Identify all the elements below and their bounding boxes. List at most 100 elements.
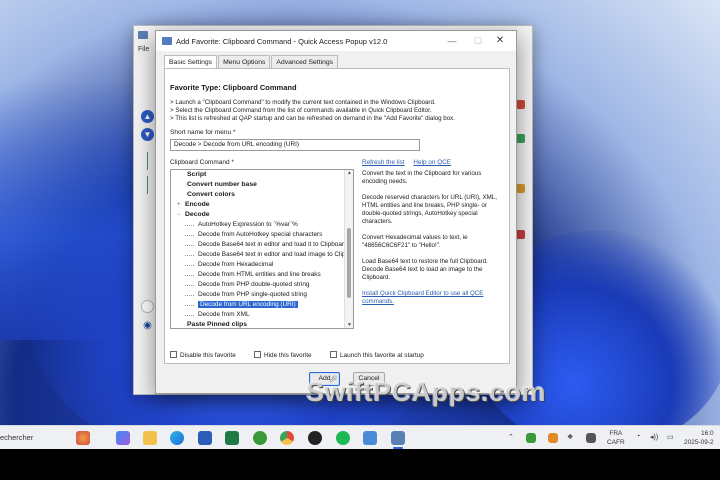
play-icon[interactable] <box>141 300 154 313</box>
app-icon <box>138 31 148 39</box>
tree-group[interactable]: Paste Pinned clips <box>171 320 345 328</box>
description-text: Decode reserved characters for URL (URI)… <box>362 194 497 225</box>
edge-icon[interactable] <box>170 431 184 445</box>
move-down-icon[interactable]: ▼ <box>141 128 154 141</box>
tree-item[interactable]: Decode from XML <box>171 310 345 320</box>
tree-item[interactable]: Decode from HTML entities and line break… <box>171 270 345 280</box>
taskbar: echercher ⌃ ❖ FRA CAFR ◔ ◂)) ▭ 16:0 2025… <box>0 425 720 449</box>
description-text: Convert Hexadecimal values to text, ie "… <box>362 234 468 249</box>
tree-item-label: Decode Base64 text in editor and load it… <box>198 241 345 248</box>
info-line: > This list is refreshed at QAP startup … <box>170 115 455 122</box>
eye-icon[interactable]: ◉ <box>141 320 154 333</box>
tree-item[interactable]: Decode Base64 text in editor and load it… <box>171 240 345 250</box>
copilot-icon[interactable] <box>116 431 130 445</box>
battery-icon[interactable]: ▭ <box>667 433 674 441</box>
checkbox-box[interactable] <box>170 351 177 358</box>
add-icon[interactable] <box>516 134 525 143</box>
description-text: Load Base64 text to restore the full Cli… <box>362 258 488 281</box>
launch-at-startup-checkbox[interactable]: Launch this favorite at startup <box>330 351 424 359</box>
dialog-titlebar[interactable]: Add Favorite: Clipboard Command - Quick … <box>156 31 516 51</box>
remove-icon[interactable] <box>516 230 525 239</box>
file-explorer-icon[interactable] <box>143 431 157 445</box>
volume-icon[interactable]: ◂)) <box>650 433 658 441</box>
checkbox-label: Hide this favorite <box>264 352 312 359</box>
help-qce-link[interactable]: Help on QCE <box>413 159 451 166</box>
language-indicator[interactable]: FRA CAFR <box>607 429 625 447</box>
clock-date: 2025-09-2 <box>684 439 714 446</box>
tree-item[interactable]: Decode Base64 text in editor and load im… <box>171 250 345 260</box>
tree-group[interactable]: Script <box>171 170 345 180</box>
tray-app-icon[interactable] <box>586 433 596 443</box>
app-icon <box>162 37 172 45</box>
tree-group[interactable]: Convert colors <box>171 190 345 200</box>
tray-app-icon[interactable] <box>548 433 558 443</box>
quick-access-popup-icon[interactable] <box>391 431 405 445</box>
scroll-up-icon[interactable]: ▲ <box>345 170 353 176</box>
close-icon[interactable]: ✕ <box>488 33 512 49</box>
clipboard-command-tree[interactable]: Script Convert number base Convert colors +… <box>170 169 354 329</box>
tree-list: Script Convert number base Convert colors +… <box>171 170 345 328</box>
minimize-icon[interactable]: — <box>440 33 464 49</box>
excel-icon[interactable] <box>225 431 239 445</box>
tree-item-label: Decode from PHP single-quoted string <box>198 291 307 298</box>
chevron-up-icon[interactable]: ⌃ <box>508 433 514 441</box>
app-icon[interactable] <box>253 431 267 445</box>
tree-group[interactable]: Convert number base <box>171 180 345 190</box>
collapse-icon[interactable]: − <box>177 210 185 220</box>
dropbox-icon[interactable]: ❖ <box>567 433 573 441</box>
chrome-icon[interactable] <box>280 431 294 445</box>
clock-time: 16:0 <box>700 430 714 437</box>
tab-advanced-settings[interactable]: Advanced Settings <box>271 55 339 69</box>
menu-file[interactable]: File <box>138 46 149 53</box>
short-name-label: Short name for menu * <box>170 129 236 136</box>
delete-icon[interactable] <box>516 100 525 109</box>
watermark: SwiftPCApps.com <box>306 377 547 407</box>
language-code: FRA <box>609 430 623 437</box>
tree-item[interactable]: Decode from Hexadecimal <box>171 260 345 270</box>
refresh-list-link[interactable]: Refresh the list <box>362 159 405 166</box>
disable-favorite-checkbox[interactable]: Disable this favorite <box>170 351 236 359</box>
app-icon[interactable] <box>308 431 322 445</box>
notepad-icon[interactable] <box>363 431 377 445</box>
spotify-icon[interactable] <box>336 431 350 445</box>
tree-item[interactable]: AutoHotkey Expression to `%var`% <box>171 220 345 230</box>
hide-favorite-checkbox[interactable]: Hide this favorite <box>254 351 312 359</box>
tree-group[interactable]: + Encode <box>171 200 345 210</box>
checkbox-box[interactable] <box>254 351 261 358</box>
info-line: > Select the Clipboard Command from the … <box>170 107 432 114</box>
maximize-icon[interactable]: ☐ <box>466 33 490 49</box>
word-icon[interactable] <box>198 431 212 445</box>
tree-item-label: Decode from Hexadecimal <box>198 261 274 268</box>
tree-item-label: AutoHotkey Expression to `%var`% <box>198 221 298 228</box>
tab-menu-options[interactable]: Menu Options <box>218 55 271 69</box>
widgets-icon[interactable] <box>76 431 90 445</box>
tree-item-label: Decode from HTML entities and line break… <box>198 271 321 278</box>
expand-icon[interactable]: + <box>177 200 185 210</box>
letterbox-bar <box>0 449 720 480</box>
favorite-options: Disable this favorite Hide this favorite… <box>170 351 510 363</box>
taskbar-search[interactable]: echercher <box>0 433 33 442</box>
edit-icon[interactable] <box>516 184 525 193</box>
scroll-down-icon[interactable]: ▼ <box>345 322 353 328</box>
move-up-icon[interactable]: ▲ <box>141 110 154 123</box>
command-description: Convert the text in the Clipboard for va… <box>362 170 504 314</box>
tree-item-label: Paste Pinned clips <box>187 321 248 328</box>
tree-scrollbar[interactable]: ▲ ▼ <box>344 170 353 328</box>
desktop-wallpaper: File ▲ ▼ ◉ Add Favorite: Clipboard Comma… <box>0 0 720 425</box>
tree-item-label: Encode <box>185 201 210 208</box>
info-line: > Launch a "Clipboard Command" to modify… <box>170 99 436 106</box>
tree-item[interactable]: Decode from AutoHotkey special character… <box>171 230 345 240</box>
tree-item[interactable]: Decode from PHP single-quoted string <box>171 290 345 300</box>
checkbox-label: Disable this favorite <box>180 352 236 359</box>
tray-app-icon[interactable] <box>526 433 536 443</box>
checkbox-box[interactable] <box>330 351 337 358</box>
short-name-input[interactable]: Decode > Decode from URL encoding (URI) <box>170 139 420 151</box>
scroll-thumb[interactable] <box>347 228 351 298</box>
tree-item[interactable]: Decode from URL encoding (URI) <box>171 300 345 310</box>
tree-group[interactable]: − Decode <box>171 210 345 220</box>
checkbox-label: Launch this favorite at startup <box>340 352 424 359</box>
install-qce-link[interactable]: Install Quick Clipboard Editor to use al… <box>362 290 483 305</box>
clock[interactable]: 16:0 2025-09-2 <box>684 429 714 447</box>
tree-item[interactable]: Decode from PHP double-quoted string <box>171 280 345 290</box>
wifi-icon[interactable]: ◔ <box>636 433 640 440</box>
